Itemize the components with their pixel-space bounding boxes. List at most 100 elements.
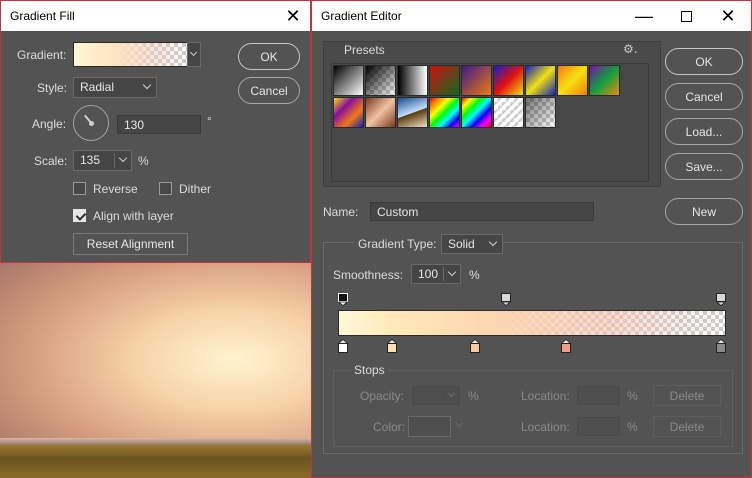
presets-label: Presets xyxy=(344,43,385,57)
load-button[interactable]: Load... xyxy=(665,118,743,145)
chevron-down-icon xyxy=(118,153,128,163)
color-stop[interactable] xyxy=(560,338,572,353)
preset-swatch-foreground-to-background[interactable] xyxy=(333,65,364,96)
gradient-bar-area xyxy=(337,291,727,355)
color-label: Color: xyxy=(373,420,406,434)
smoothness-unit: % xyxy=(469,268,480,282)
minimize-icon[interactable]: — xyxy=(627,1,661,31)
preset-swatch-orange-yellow-orange[interactable] xyxy=(557,65,588,96)
opacity-input xyxy=(412,386,460,405)
color-stops-track xyxy=(337,338,727,353)
color-location-label: Location: xyxy=(521,420,570,434)
scale-input[interactable]: 135 xyxy=(73,150,132,171)
style-select[interactable]: Radial xyxy=(73,77,157,98)
color-stop[interactable] xyxy=(386,338,398,353)
new-button[interactable]: New xyxy=(665,198,743,225)
preset-swatch-blue-red-yellow[interactable] xyxy=(493,65,524,96)
gradient-editor-titlebar: Gradient Editor — ✕ xyxy=(312,1,751,31)
color-swatch xyxy=(408,416,451,437)
opacity-unit: % xyxy=(468,389,479,403)
preset-swatch-yellow-violet-orange-blue[interactable] xyxy=(333,97,364,128)
smoothness-label: Smoothness: xyxy=(333,268,404,282)
angle-unit: ° xyxy=(207,114,212,128)
angle-label: Angle: xyxy=(32,117,67,131)
gradient-fill-title: Gradient Fill xyxy=(10,9,75,23)
presets-grid xyxy=(331,63,649,182)
cancel-button[interactable]: Cancel xyxy=(238,77,300,104)
gradient-type-label: Gradient Type: xyxy=(354,237,441,251)
gradient-type-value: Solid xyxy=(448,237,475,251)
opacity-delete-button[interactable]: Delete xyxy=(653,385,721,406)
reverse-checkbox[interactable] xyxy=(73,182,86,195)
preset-swatch-black-white[interactable] xyxy=(397,65,428,96)
color-location-unit: % xyxy=(627,420,638,434)
opacity-stops-track xyxy=(337,291,727,307)
preset-swatch-violet-green-orange[interactable] xyxy=(589,65,620,96)
color-stop[interactable] xyxy=(469,338,481,353)
gear-icon[interactable]: ⚙․ xyxy=(623,42,638,56)
angle-input[interactable]: 130 xyxy=(117,115,201,134)
opacity-location-label: Location: xyxy=(521,389,570,403)
close-icon[interactable]: ✕ xyxy=(711,1,745,31)
opacity-stop[interactable] xyxy=(500,293,512,307)
chevron-down-icon xyxy=(488,237,498,247)
dither-checkbox[interactable] xyxy=(159,182,172,195)
scale-unit: % xyxy=(138,154,149,168)
color-location-input xyxy=(577,417,620,436)
angle-dial[interactable] xyxy=(73,105,109,141)
gradient-type-select[interactable]: Solid xyxy=(441,234,503,254)
chevron-down-icon xyxy=(189,48,198,57)
preset-swatch-copper[interactable] xyxy=(365,97,396,128)
stops-label: Stops xyxy=(351,363,388,377)
save-button[interactable]: Save... xyxy=(665,153,743,180)
gradient-label: Gradient: xyxy=(17,48,67,62)
gradient-dropdown-button[interactable] xyxy=(187,42,201,67)
color-delete-button[interactable]: Delete xyxy=(653,416,721,437)
color-stop[interactable] xyxy=(715,338,727,353)
gradient-fill-dialog: Gradient Fill ✕ Gradient: Style: Radial … xyxy=(0,0,311,263)
preset-swatch-chrome[interactable] xyxy=(397,97,428,128)
chevron-down-icon xyxy=(142,80,152,90)
opacity-location-input xyxy=(577,386,620,405)
preset-swatch-red-green[interactable] xyxy=(429,65,460,96)
gradient-fill-titlebar: Gradient Fill ✕ xyxy=(1,1,310,31)
dither-label: Dither xyxy=(179,182,212,196)
ok-button[interactable]: OK xyxy=(238,43,300,70)
smoothness-value: 100 xyxy=(418,267,439,281)
color-stop[interactable] xyxy=(337,338,349,353)
gradient-bar[interactable] xyxy=(338,310,726,336)
chevron-down-icon xyxy=(447,267,457,277)
gradient-editor-dialog: Gradient Editor — ✕ Presets ⚙․ OK Cancel… xyxy=(311,0,752,478)
close-icon[interactable]: ✕ xyxy=(276,1,310,31)
preset-swatch-transparent-stripes[interactable] xyxy=(493,97,524,128)
scale-value: 135 xyxy=(80,153,101,167)
opacity-label: Opacity: xyxy=(360,389,405,403)
preset-swatch-transparent-rainbow[interactable] xyxy=(461,97,492,128)
editor-cancel-button[interactable]: Cancel xyxy=(665,83,743,110)
preset-swatch-neutral-density[interactable] xyxy=(525,97,556,128)
preset-swatch-foreground-to-transparent[interactable] xyxy=(365,65,396,96)
name-input[interactable]: Custom xyxy=(370,202,594,221)
reset-alignment-button[interactable]: Reset Alignment xyxy=(73,233,188,255)
gradient-editor-title: Gradient Editor xyxy=(321,9,402,23)
name-label: Name: xyxy=(323,205,359,219)
align-with-layer-label: Align with layer xyxy=(93,209,174,223)
layer-preview-image xyxy=(0,263,311,478)
maximize-icon[interactable] xyxy=(669,1,703,31)
presets-panel: Presets ⚙․ xyxy=(323,41,661,187)
opacity-location-unit: % xyxy=(627,389,638,403)
gradient-preview-swatch[interactable] xyxy=(73,42,188,67)
style-value: Radial xyxy=(80,80,115,94)
opacity-stop[interactable] xyxy=(337,293,349,307)
style-label: Style: xyxy=(37,81,68,95)
editor-ok-button[interactable]: OK xyxy=(665,48,743,75)
preset-swatch-blue-yellow-blue[interactable] xyxy=(525,65,556,96)
align-with-layer-checkbox[interactable] xyxy=(73,209,86,222)
smoothness-input[interactable]: 100 xyxy=(411,264,461,284)
reverse-label: Reverse xyxy=(93,182,138,196)
preset-swatch-spectrum[interactable] xyxy=(429,97,460,128)
opacity-stop[interactable] xyxy=(715,293,727,307)
scale-label: Scale: xyxy=(34,154,68,168)
preset-swatch-violet-orange[interactable] xyxy=(461,65,492,96)
chevron-down-icon xyxy=(447,389,456,398)
